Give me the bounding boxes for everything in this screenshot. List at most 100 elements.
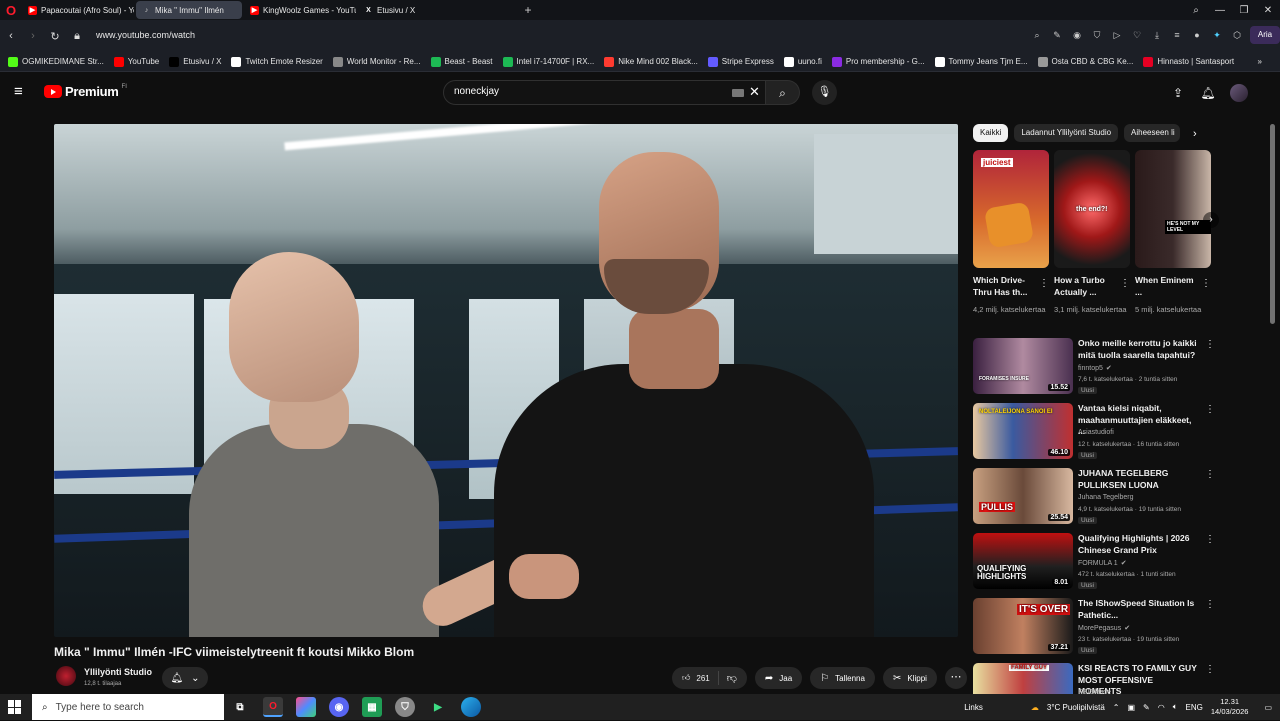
browser-tab-active[interactable]: ♪ Mika " Immu" Ilmén (136, 1, 242, 19)
video-title[interactable]: Onko meille kerrottu jo kaikki mitä tuol… (1078, 338, 1198, 361)
short-thumbnail[interactable]: the end?! (1054, 150, 1130, 268)
clip-button[interactable]: ✂ Klippi (882, 667, 937, 689)
app-taskbar-icon[interactable] (296, 697, 316, 717)
extension-icon[interactable]: ✦ (1210, 26, 1224, 44)
recommended-video[interactable]: FORAMISES INSURE 15.52 Onko meille kerrott… (973, 338, 1223, 396)
short-item[interactable]: HE'S NOT MY LEVEL When Eminem ... ⋮ 5 mi… (1135, 150, 1211, 314)
bookmark-item[interactable]: Tommy Jeans Tjm E... (934, 56, 1028, 67)
video-channel[interactable]: Asiastudiofi (1078, 429, 1114, 436)
youtube-premium-logo[interactable]: Premium FI (44, 84, 127, 99)
notifications-icon[interactable]: ▭ (1264, 703, 1272, 712)
search-tabs-icon[interactable]: ⌕ (1184, 5, 1208, 16)
like-button[interactable]: 👍︎ 261 (672, 671, 719, 685)
more-vertical-icon[interactable]: ⋮ (1039, 278, 1049, 289)
bookmark-item[interactable]: Intel i7-14700F | RX... (502, 56, 594, 67)
cube-icon[interactable]: ⬡ (1230, 26, 1244, 44)
video-channel[interactable]: finntop5 ✔ (1078, 364, 1112, 372)
bookmark-item[interactable]: Hinnasto | Santasport (1143, 56, 1234, 67)
menu-lines-icon[interactable]: ≡ (1170, 26, 1184, 44)
more-vertical-icon[interactable]: ⋮ (1201, 278, 1211, 289)
pen-icon[interactable]: ✎ (1143, 703, 1150, 712)
new-tab-button[interactable]: + (520, 2, 536, 18)
video-thumbnail[interactable]: PULLIS 25.54 (973, 468, 1073, 524)
short-item[interactable]: juiciest Which Drive-Thru Has th... ⋮ 4,… (973, 150, 1049, 314)
shorts-next-arrow-icon[interactable]: › (1203, 212, 1219, 228)
subscription-bell-button[interactable]: 🔔︎ ⌄ (162, 667, 208, 689)
save-button[interactable]: ⚐ Tallenna (810, 667, 875, 689)
chip-all[interactable]: Kaikki (973, 124, 1009, 142)
chevron-up-icon[interactable]: ⌃ (1113, 703, 1120, 712)
short-title[interactable]: How a Turbo Actually ... (1054, 274, 1116, 298)
video-thumbnail[interactable]: IT'S OVER 37.21 (973, 598, 1073, 654)
shield-icon[interactable]: ⛉ (1090, 26, 1104, 44)
aria-button[interactable]: Aria (1250, 26, 1280, 44)
short-title[interactable]: When Eminem ... (1135, 274, 1197, 298)
chip-from-channel[interactable]: Ladannut Yllilyönti Studio (1014, 124, 1119, 142)
recommended-video[interactable]: IT'S OVER 37.21 The IShowSpeed Situation I… (973, 598, 1223, 656)
bookmark-item[interactable]: World Monitor - Re... (332, 56, 421, 67)
search-page-icon[interactable]: ⌕ (1030, 26, 1044, 44)
bookmark-item[interactable]: Stripe Express (707, 56, 774, 67)
browser-tab[interactable]: ▶ Papacoutai (Afro Soul) - Yo (22, 1, 134, 19)
weather-icon[interactable]: ☁ (1031, 703, 1039, 712)
play-store-taskbar-icon[interactable]: ▶ (428, 697, 448, 717)
hamburger-menu-icon[interactable]: ≡ (14, 84, 30, 100)
close-window-icon[interactable]: ✕ (1256, 5, 1280, 16)
taskbar-search[interactable]: ⌕ Type here to search (32, 694, 224, 720)
channel-name[interactable]: Yllilyönti Studio (84, 667, 152, 677)
clock[interactable]: 12.31 14/03/2026 (1211, 697, 1249, 717)
profile-icon[interactable]: ● (1190, 26, 1204, 44)
video-channel[interactable]: FORMULA 1 ✔ (1078, 559, 1127, 567)
minimize-icon[interactable]: — (1208, 5, 1232, 16)
more-vertical-icon[interactable]: ⋮ (1205, 469, 1215, 480)
video-title[interactable]: The IShowSpeed Situation Is Pathetic... (1078, 598, 1198, 621)
video-player[interactable] (54, 124, 958, 637)
bookmark-item[interactable]: Twitch Emote Resizer (231, 56, 323, 67)
spreadsheet-taskbar-icon[interactable]: ▦ (362, 697, 382, 717)
bookmark-item[interactable]: Nike Mind 002 Black... (604, 56, 698, 67)
bookmarks-overflow-icon[interactable]: » (1258, 57, 1262, 66)
bookmark-item[interactable]: OGMIKEDIMANE Str... (8, 56, 104, 67)
share-button[interactable]: ➦ Jaa (754, 667, 803, 689)
more-vertical-icon[interactable]: ⋮ (1205, 664, 1215, 675)
edit-icon[interactable]: ✎ (1050, 26, 1064, 44)
volume-icon[interactable]: 🔈︎ (1173, 702, 1178, 712)
video-thumbnail[interactable]: FORAMISES INSURE 15.52 (973, 338, 1073, 394)
video-thumbnail[interactable]: QUALIFYING HIGHLIGHTS 8.01 (973, 533, 1073, 589)
chip-related[interactable]: Aiheeseen li (1124, 124, 1181, 142)
search-input[interactable] (454, 86, 724, 97)
play-icon[interactable]: ▷ (1110, 26, 1124, 44)
bookmark-item[interactable]: Beast - Beast (430, 56, 493, 67)
recommended-video[interactable]: NOLTALEIJONA SANOI EI 46.10 Vantaa kielsi … (973, 403, 1223, 461)
bookmark-item[interactable]: YouTube (113, 56, 159, 67)
recommended-video[interactable]: QUALIFYING HIGHLIGHTS 8.01 Qualifying High… (973, 533, 1223, 591)
bookmark-item[interactable]: Osta CBD & CBG Ke... (1037, 56, 1133, 67)
more-vertical-icon[interactable]: ⋮ (1205, 534, 1215, 545)
edge-taskbar-icon[interactable] (461, 697, 481, 717)
channel-avatar[interactable] (56, 666, 76, 686)
bookmark-item[interactable]: uuno.fi (783, 56, 822, 67)
shield-taskbar-icon[interactable]: ⛉ (395, 697, 415, 717)
page-scrollbar[interactable] (1268, 114, 1276, 688)
opera-taskbar-icon[interactable]: O (263, 697, 283, 717)
opera-logo-icon[interactable]: O (0, 0, 22, 20)
wifi-icon[interactable]: ◠ (1158, 703, 1165, 712)
camera-icon[interactable]: ◉ (1070, 26, 1084, 44)
more-vertical-icon[interactable]: ⋮ (1120, 278, 1130, 289)
reload-icon[interactable]: ↻ (44, 30, 66, 43)
keyboard-icon[interactable] (732, 89, 744, 97)
chevron-right-icon[interactable]: › (1193, 128, 1197, 140)
clear-search-icon[interactable]: ✕ (749, 84, 760, 100)
dislike-button[interactable]: 👎︎ (719, 672, 747, 684)
account-avatar[interactable] (1230, 84, 1248, 102)
back-icon[interactable]: ‹ (0, 30, 22, 42)
heart-icon[interactable]: ♡ (1130, 26, 1144, 44)
search-button[interactable]: ⌕ (766, 80, 800, 105)
bookmark-item[interactable]: Etusivu / X (169, 56, 221, 67)
bookmark-item[interactable]: Pro membership - G... (831, 56, 925, 67)
more-vertical-icon[interactable]: ⋮ (1205, 599, 1215, 610)
voice-search-button[interactable]: 🎙︎ (812, 80, 837, 105)
browser-tab[interactable]: ▶ KingWoolz Games - YouTu (244, 1, 356, 19)
links-toolbar[interactable]: Links (964, 703, 983, 712)
language-indicator[interactable]: ENG (1186, 703, 1203, 712)
